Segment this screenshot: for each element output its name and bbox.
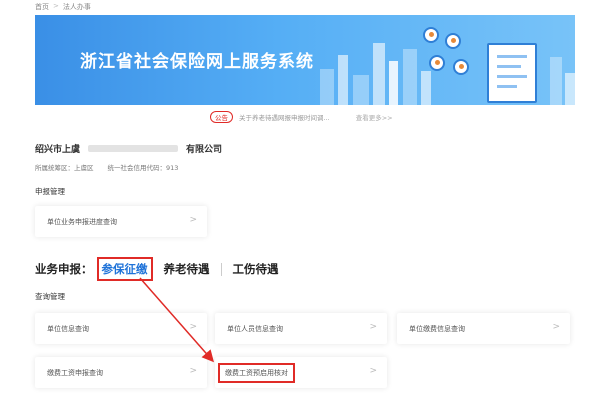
tab-injury[interactable]: 工伤待遇 [230, 259, 282, 279]
system-title: 浙江省社会保险网上服务系统 [80, 52, 314, 72]
card-declare-progress-query[interactable]: 单位业务申报进度查询 > [35, 206, 207, 237]
view-more-link[interactable]: 查看更多>> [356, 112, 393, 122]
company-name-prefix: 绍兴市上虞 [35, 145, 81, 155]
chevron-right-icon: > [369, 322, 377, 332]
card-label: 单位人员信息查询 [227, 325, 283, 333]
user-avatar-icon [423, 27, 439, 43]
declare-mgmt-title: 申报管理 [35, 187, 65, 196]
card-label: 缴费工资申报查询 [47, 369, 103, 377]
chevron-right-icon: > [189, 366, 197, 376]
card-label: 缴费工资预启用核对 [218, 363, 295, 383]
tab-contribution[interactable]: 参保征缴 [96, 257, 153, 281]
breadcrumb-home[interactable]: 首页 [35, 2, 49, 12]
company-name: 绍兴市上虞 有限公司 [35, 142, 222, 155]
company-info: 所属统筹区：上虞区 统一社会信用代码：913 [35, 162, 178, 172]
card-label: 单位业务申报进度查询 [47, 218, 117, 226]
business-prefix: 业务申报： [35, 262, 93, 276]
notice-text[interactable]: 关于养老待遇网报申报时间调... [239, 112, 330, 122]
district-text: 所属统筹区：上虞区 [35, 164, 94, 172]
notice-tag: 公告 [210, 111, 233, 123]
chevron-right-icon: > [369, 366, 377, 376]
card-label: 单位缴费信息查询 [409, 325, 465, 333]
breadcrumb: 首页 > 法人办事 [35, 2, 91, 12]
query-mgmt-title: 查询管理 [35, 292, 65, 301]
document-icon [487, 43, 537, 103]
card-wage-declaration-query[interactable]: 缴费工资申报查询 > [35, 357, 207, 388]
credit-code-text: 统一社会信用代码：913 [107, 164, 179, 172]
chevron-right-icon: > [552, 322, 560, 332]
user-avatar-icon [453, 59, 469, 75]
user-avatar-icon [429, 55, 445, 71]
breadcrumb-current: 法人办事 [62, 3, 91, 11]
company-name-suffix: 有限公司 [186, 145, 223, 155]
card-wage-preenable-check[interactable]: 缴费工资预启用核对 > [215, 357, 387, 388]
tab-divider [220, 262, 222, 276]
chevron-right-icon: > [189, 215, 197, 225]
user-avatar-icon [445, 33, 461, 49]
card-unit-info-query[interactable]: 单位信息查询 > [35, 313, 207, 344]
card-unit-payment-query[interactable]: 单位缴费信息查询 > [397, 313, 570, 344]
card-label: 单位信息查询 [47, 325, 89, 333]
card-unit-personnel-query[interactable]: 单位人员信息查询 > [215, 313, 387, 344]
business-tabs: 业务申报： 参保征缴 养老待遇 工伤待遇 [35, 257, 282, 281]
redacted-text [88, 145, 179, 152]
notice-bar: 公告 关于养老待遇网报申报时间调... 查看更多>> [210, 111, 393, 123]
tab-pension[interactable]: 养老待遇 [161, 259, 213, 279]
chevron-right-icon: > [189, 322, 197, 332]
header-banner: 浙江省社会保险网上服务系统 [35, 15, 575, 105]
breadcrumb-separator: > [53, 2, 59, 10]
